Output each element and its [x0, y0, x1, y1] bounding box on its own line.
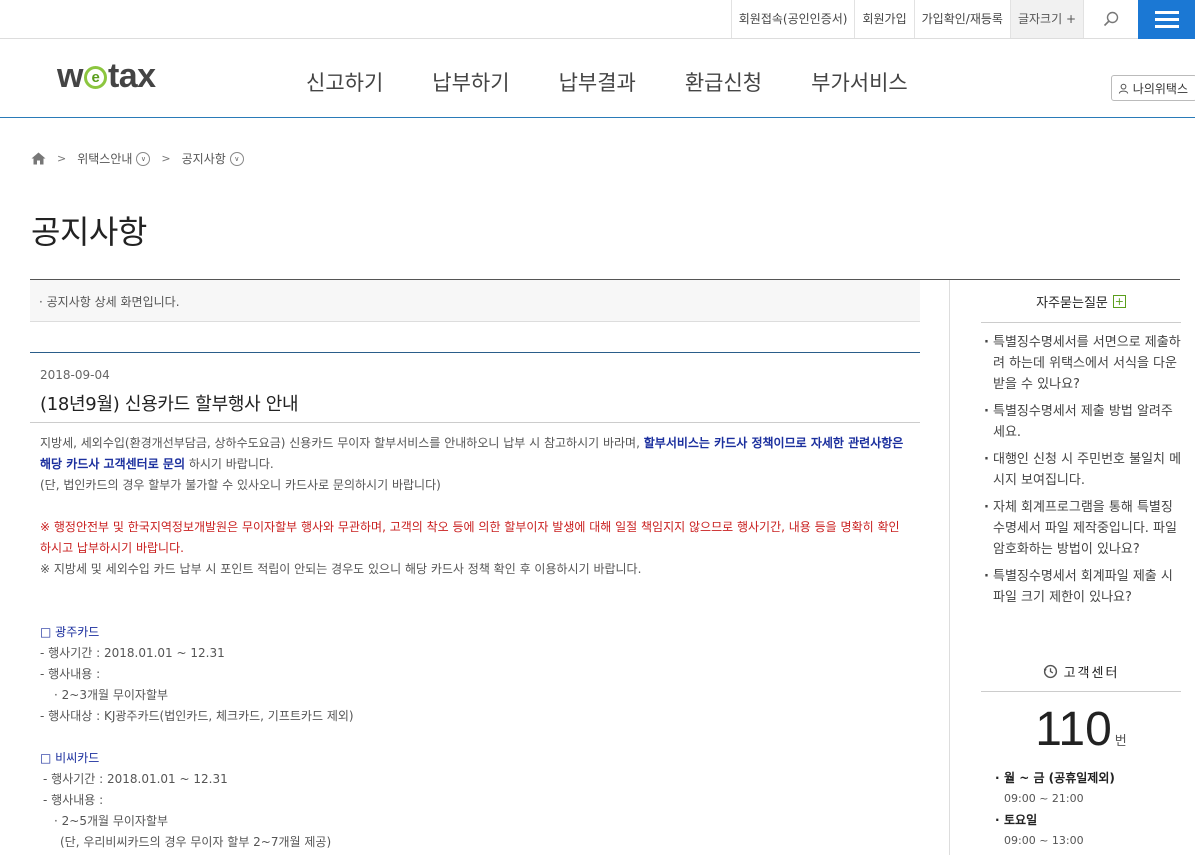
faq-list: 특별징수명세서를 서면으로 제출하려 하는데 위택스에서 서식을 다운받을 수 …	[983, 332, 1183, 614]
customer-center-header: 고객센터	[981, 652, 1181, 692]
page-title: 공지사항	[31, 213, 147, 251]
chevron-down-circle-icon[interactable]: ∨	[136, 151, 151, 166]
card-name: □ 비씨카드	[40, 751, 100, 765]
utility-bar: 회원접속(공인인증서) 회원가입 가입확인/재등록 글자크기 +	[0, 0, 1195, 39]
logo-text-tax: tax	[107, 57, 156, 95]
login-cert-link[interactable]: 회원접속(공인인증서)	[730, 0, 855, 38]
notice-article: 2018-09-04 (18년9월) 신용카드 할부행사 안내 지방세, 세외수…	[30, 352, 920, 853]
faq-title: 자주묻는질문	[1036, 295, 1108, 311]
plus-box-icon[interactable]: +	[1112, 294, 1126, 308]
faq-item[interactable]: 자체 회계프로그램을 통해 특별징수명세서 파일 제작중입니다. 파일 암호화하…	[983, 497, 1183, 560]
font-size-button[interactable]: 글자크기 +	[1009, 0, 1083, 38]
chevron-right-icon: >	[161, 152, 171, 165]
wetax-logo[interactable]: w e tax	[57, 57, 156, 96]
faq-header: 자주묻는질문 +	[981, 280, 1181, 323]
nav-report[interactable]: 신고하기	[306, 67, 383, 97]
sidebar: 자주묻는질문 + 특별징수명세서를 서면으로 제출하려 하는데 위택스에서 서식…	[949, 280, 1195, 855]
faq-item[interactable]: 특별징수명세서를 서면으로 제출하려 하는데 위택스에서 서식을 다운받을 수 …	[983, 332, 1183, 395]
faq-item[interactable]: 특별징수명세서 제출 방법 알려주세요.	[983, 401, 1183, 443]
search-button[interactable]	[1083, 0, 1138, 38]
search-icon	[1103, 11, 1119, 27]
main-content: · 공지사항 상세 화면입니다. 2018-09-04 (18년9월) 신용카드…	[30, 280, 920, 853]
article-text: 하시기 바랍니다.	[185, 457, 274, 471]
hours-time: 09:00 ~ 13:00	[1004, 834, 1084, 847]
article-warning: ※ 행정안전부 및 한국지역정보개발원은 무이자할부 행사와 무관하며, 고객의…	[40, 520, 900, 555]
header: w e tax 신고하기 납부하기 납부결과 환급신청 부가서비스 나의위택스	[0, 39, 1195, 118]
hours-label: 토요일	[994, 810, 1184, 830]
card-period: - 행사기간 : 2018.01.01 ~ 12.31	[40, 646, 225, 660]
nav-refund[interactable]: 환급신청	[685, 67, 762, 97]
logo-e-mark: e	[83, 66, 107, 89]
phone-unit: 번	[1114, 733, 1127, 748]
logo-text-w: w	[57, 57, 83, 95]
user-icon	[1118, 83, 1128, 94]
my-wetax-button[interactable]: 나의위택스	[1110, 75, 1195, 101]
card-content-label: - 행사내용 :	[40, 667, 101, 681]
my-wetax-label: 나의위택스	[1132, 81, 1188, 96]
card-target: - 행사대상 : KJ광주카드(법인카드, 체크카드, 기프트카드 제외)	[40, 709, 354, 723]
home-icon[interactable]	[31, 152, 46, 165]
faq-item[interactable]: 대행인 신청 시 주민번호 불일치 메시지 보여집니다.	[983, 449, 1183, 491]
customer-center-hours: 월 ~ 금 (공휴일제외) 09:00 ~ 21:00 토요일 09:00 ~ …	[994, 768, 1184, 852]
clock-icon	[1043, 664, 1057, 679]
article-title: (18년9월) 신용카드 할부행사 안내	[30, 382, 920, 423]
hamburger-menu-icon[interactable]	[1138, 0, 1195, 39]
faq-item[interactable]: 특별징수명세서 회계파일 제출 시 파일 크기 제한이 있나요?	[983, 566, 1183, 608]
customer-center-title: 고객센터	[1063, 666, 1120, 681]
article-paragraph: (단, 법인카드의 경우 할부가 불가할 수 있사오니 카드사로 문의하시기 바…	[40, 478, 441, 492]
article-note: ※ 지방세 및 세외수입 카드 납부 시 포인트 적립이 안되는 경우도 있으니…	[40, 562, 642, 576]
card-content-label: - 행사내용 :	[43, 793, 104, 807]
signup-link[interactable]: 회원가입	[854, 0, 913, 38]
nav-pay-result[interactable]: 납부결과	[559, 67, 636, 97]
breadcrumb-item-notice[interactable]: 공지사항	[182, 150, 226, 167]
card-extra: (단, 우리비씨카드의 경우 무이자 할부 2~7개월 제공)	[60, 835, 332, 849]
main-nav: 신고하기 납부하기 납부결과 환급신청 부가서비스	[306, 67, 957, 97]
hours-time: 09:00 ~ 21:00	[1004, 792, 1084, 805]
breadcrumb: > 위택스안내 ∨ > 공지사항 ∨	[31, 150, 244, 167]
card-content: · 2~5개월 무이자할부	[54, 814, 169, 828]
article-paragraph: 지방세, 세외수입(환경개선부담금, 상하수도요금) 신용카드 무이자 할부서비…	[40, 433, 910, 475]
info-box: · 공지사항 상세 화면입니다.	[30, 280, 920, 322]
signup-check-link[interactable]: 가입확인/재등록	[913, 0, 1010, 38]
phone-number: 110	[1035, 703, 1112, 756]
hours-label: 월 ~ 금 (공휴일제외)	[994, 768, 1184, 788]
chevron-down-circle-icon[interactable]: ∨	[229, 151, 244, 166]
breadcrumb-item-guide[interactable]: 위택스안내	[77, 150, 132, 167]
article-body: 지방세, 세외수입(환경개선부담금, 상하수도요금) 신용카드 무이자 할부서비…	[30, 423, 920, 853]
nav-pay[interactable]: 납부하기	[432, 67, 509, 97]
card-name: □ 광주카드	[40, 625, 100, 639]
article-text: 지방세, 세외수입(환경개선부담금, 상하수도요금) 신용카드 무이자 할부서비…	[40, 436, 644, 450]
customer-center-number: 110 번	[981, 702, 1181, 757]
nav-extra-service[interactable]: 부가서비스	[811, 67, 908, 97]
article-date: 2018-09-04	[40, 368, 110, 382]
card-content: · 2~3개월 무이자할부	[54, 688, 169, 702]
card-period: - 행사기간 : 2018.01.01 ~ 12.31	[43, 772, 228, 786]
chevron-right-icon: >	[57, 152, 67, 165]
utility-links: 회원접속(공인인증서) 회원가입 가입확인/재등록 글자크기 +	[730, 0, 1138, 38]
